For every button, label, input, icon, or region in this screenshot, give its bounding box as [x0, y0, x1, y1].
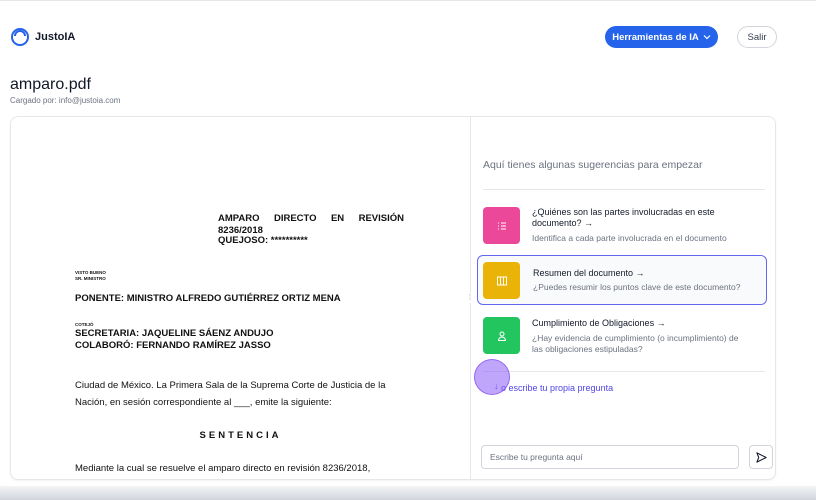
suggestion-title: Cumplimiento de Obligaciones →: [532, 318, 666, 328]
separator: [483, 189, 765, 190]
columns-icon: [483, 262, 520, 299]
colaboro-line: COLABORÓ: FERNANDO RAMÍREZ JASSO: [75, 340, 271, 351]
suggestions-intro: Aquí tienes algunas sugerencias para emp…: [483, 159, 703, 171]
sr-ministro: SR. MINISTRO: [75, 276, 106, 281]
paragraph-line: Mediante la cual se resuelve el amparo d…: [75, 463, 371, 474]
suggestion-title: documento? →: [532, 218, 594, 228]
suggestion-desc: Identifica a cada parte involucrada en e…: [532, 233, 727, 243]
file-title: amparo.pdf: [10, 76, 91, 93]
secretaria-line: SECRETARIA: JAQUELINE SÁENZ ANDUJO: [75, 328, 274, 339]
case-caption: AMPARO DIRECTO EN REVISIÓN: [218, 213, 404, 224]
chat-panel: Aquí tienes algunas sugerencias para emp…: [471, 117, 775, 479]
visto-bueno: VISTO BUENO: [75, 270, 106, 275]
caption-word: REVISIÓN: [358, 213, 404, 224]
app-header: JustoIA Herramientas de IA Salir: [0, 0, 816, 72]
separator: [483, 371, 765, 372]
user-icon: [483, 317, 520, 354]
chevron-down-icon: [703, 35, 711, 40]
suggestion-summary[interactable]: Resumen del documento → ¿Puedes resumir …: [477, 255, 767, 305]
own-question-link[interactable]: o escribe tu propia pregunta: [501, 383, 613, 393]
suggestion-parties[interactable]: ¿Quiénes son las partes involucradas en …: [477, 199, 767, 249]
ponente-line: PONENTE: MINISTRO ALFREDO GUTIÉRREZ ORTI…: [75, 293, 341, 304]
send-button[interactable]: [749, 445, 773, 469]
ai-tools-button[interactable]: Herramientas de IA: [605, 26, 718, 48]
caption-word: EN: [330, 213, 345, 224]
main-panel: AMPARO DIRECTO EN REVISIÓN 8236/2018 QUE…: [10, 116, 776, 480]
suggestion-desc: ¿Hay evidencia de cumplimiento (o incump…: [532, 333, 739, 343]
document-viewer[interactable]: AMPARO DIRECTO EN REVISIÓN 8236/2018 QUE…: [11, 117, 470, 479]
app-name: JustoIA: [35, 31, 76, 43]
cursor-highlight: [474, 359, 510, 395]
paragraph-line: Nación, en sesión correspondiente al ___…: [75, 397, 332, 408]
logo-icon: [11, 28, 29, 46]
suggestion-desc: ¿Puedes resumir los puntos clave de este…: [533, 282, 741, 292]
exit-button[interactable]: Salir: [737, 26, 777, 48]
paragraph-line: Ciudad de México. La Primera Sala de la …: [75, 380, 386, 391]
caption-word: AMPARO: [218, 213, 260, 224]
sentencia-heading: SENTENCIA: [199, 430, 282, 441]
file-uploader: Cargado por: info@justoia.com: [10, 96, 121, 105]
caption-word: DIRECTO: [273, 213, 317, 224]
cotejo-label: COTEJÓ: [75, 322, 94, 327]
case-quejoso: QUEJOSO: **********: [218, 235, 308, 246]
suggestion-desc: las obligaciones estipuladas?: [532, 344, 643, 354]
suggestion-compliance[interactable]: Cumplimiento de Obligaciones → ¿Hay evid…: [477, 309, 767, 359]
app-logo[interactable]: JustoIA: [10, 27, 75, 47]
suggestion-title: ¿Quiénes son las partes involucradas en …: [532, 207, 715, 217]
ai-tools-label: Herramientas de IA: [612, 31, 699, 43]
question-input[interactable]: Escribe tu pregunta aquí: [481, 445, 739, 469]
bottom-bar: [0, 486, 816, 500]
suggestion-title: Resumen del documento →: [533, 268, 645, 278]
send-icon: [755, 451, 767, 463]
list-icon: [483, 207, 520, 244]
